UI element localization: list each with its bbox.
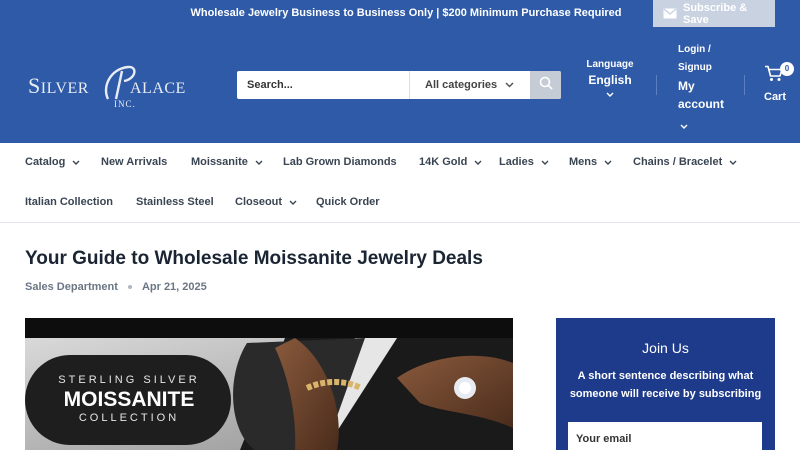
site-logo[interactable]: SILVER ALACE INC. xyxy=(26,63,212,113)
nav-item-label: 14K Gold xyxy=(419,156,468,168)
nav-item-catalog[interactable]: Catalog xyxy=(25,156,80,168)
nav-item-label: Lab Grown Diamonds xyxy=(283,156,397,168)
site-header: SILVER ALACE INC. All categories Languag… xyxy=(0,27,800,143)
cart-count-badge: 0 xyxy=(780,62,794,76)
nav-item-stainless-steel[interactable]: Stainless Steel xyxy=(136,196,214,208)
nav-item-label: Mens xyxy=(569,156,598,168)
nav-item-label: Ladies xyxy=(499,156,534,168)
meta-separator xyxy=(127,285,132,289)
svg-text:SILVER: SILVER xyxy=(28,73,89,98)
chevron-down-icon xyxy=(541,156,549,168)
signup-description: A short sentence describing what someone… xyxy=(569,370,762,400)
nav-item-ladies[interactable]: Ladies xyxy=(499,156,549,168)
banner-line-3: COLLECTION xyxy=(78,412,180,424)
cart-button[interactable]: 0 Cart xyxy=(764,62,798,103)
nav-item-label: New Arrivals xyxy=(101,156,168,168)
account-label: My account xyxy=(678,79,725,111)
search-icon xyxy=(539,76,553,95)
search-input[interactable] xyxy=(237,71,409,99)
newsletter-signup: Join Us A short sentence describing what… xyxy=(556,318,775,450)
svg-text:INC.: INC. xyxy=(114,99,136,109)
language-selector[interactable]: Language English xyxy=(580,59,640,97)
chevron-down-icon xyxy=(474,156,482,168)
chevron-down-icon xyxy=(604,156,612,168)
chevron-down-icon xyxy=(289,196,297,208)
login-label: Login / Signup xyxy=(678,44,712,73)
nav-item-mens[interactable]: Mens xyxy=(569,156,612,168)
svg-text:ALACE: ALACE xyxy=(130,80,186,97)
account-menu[interactable]: Login / Signup My account xyxy=(678,41,738,134)
nav-item-italian-collection[interactable]: Italian Collection xyxy=(25,196,113,208)
nav-item-14k-gold[interactable]: 14K Gold xyxy=(419,156,482,168)
nav-item-new-arrivals[interactable]: New Arrivals xyxy=(101,156,167,168)
article-hero-image: STERLING SILVER MOISSANITE COLLECTION xyxy=(25,318,513,450)
banner-line-1: STERLING SILVER xyxy=(58,374,200,386)
cart-label: Cart xyxy=(764,91,787,103)
nav-item-moissanite[interactable]: Moissanite xyxy=(191,156,263,168)
nav-item-label: Quick Order xyxy=(316,196,380,208)
nav-item-closeout[interactable]: Closeout xyxy=(235,196,297,208)
email-field[interactable] xyxy=(568,422,762,450)
announcement-bar: Wholesale Jewelry Business to Business O… xyxy=(0,0,800,27)
language-value: English xyxy=(588,73,632,87)
nav-item-label: Moissanite xyxy=(191,156,248,168)
language-label: Language xyxy=(586,59,634,70)
article-date: Apr 21, 2025 xyxy=(141,281,207,293)
article-author[interactable]: Sales Department xyxy=(25,281,118,293)
mail-icon xyxy=(663,8,677,19)
nav-item-quick-order[interactable]: Quick Order xyxy=(316,196,380,208)
chevron-down-icon xyxy=(680,116,738,134)
nav-item-label: Chains / Bracelet xyxy=(633,156,723,168)
nav-item-chains-bracelet[interactable]: Chains / Bracelet xyxy=(633,156,737,168)
subscribe-label: Subscribe & Save xyxy=(683,1,748,26)
category-select-label: All categories xyxy=(425,79,498,91)
nav-item-label: Italian Collection xyxy=(25,196,114,208)
main-nav: Catalog New Arrivals Moissanite Lab Grow… xyxy=(0,143,800,223)
banner-line-2: MOISSANITE xyxy=(63,388,195,411)
nav-item-label: Stainless Steel xyxy=(136,196,214,208)
nav-item-label: Closeout xyxy=(235,196,283,208)
signup-title: Join Us xyxy=(642,340,689,356)
nav-item-lab-grown-diamonds[interactable]: Lab Grown Diamonds xyxy=(283,156,397,168)
chevron-down-icon xyxy=(505,79,514,91)
search-button[interactable] xyxy=(530,71,561,99)
header-divider xyxy=(744,75,745,95)
article-title: Your Guide to Wholesale Moissanite Jewel… xyxy=(25,248,483,269)
search-bar: All categories xyxy=(237,71,561,99)
category-select[interactable]: All categories xyxy=(409,71,530,99)
chevron-down-icon xyxy=(729,156,737,168)
chevron-down-icon xyxy=(255,156,263,168)
article-meta: Sales Department Apr 21, 2025 xyxy=(25,281,207,293)
nav-item-label: Catalog xyxy=(25,156,66,168)
header-divider xyxy=(656,75,657,95)
chevron-down-icon xyxy=(72,156,80,168)
chevron-down-icon xyxy=(580,92,640,97)
subscribe-button[interactable]: Subscribe & Save xyxy=(653,0,775,27)
